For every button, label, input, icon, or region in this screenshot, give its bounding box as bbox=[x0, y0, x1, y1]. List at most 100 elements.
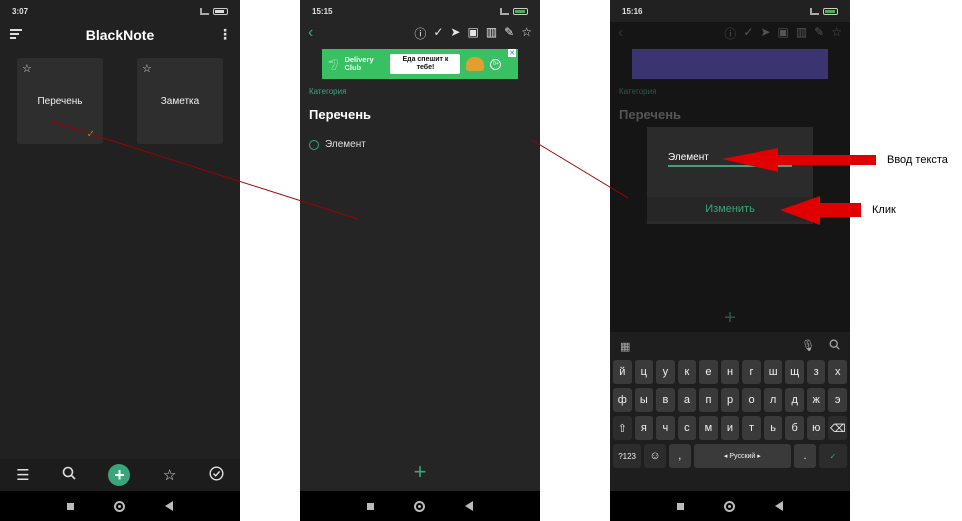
key-е[interactable]: е bbox=[699, 360, 718, 384]
key-в[interactable]: в bbox=[656, 388, 675, 412]
checkbox-circle-icon[interactable] bbox=[309, 139, 319, 150]
apps-grid-icon[interactable]: ▦ bbox=[620, 340, 630, 353]
keyboard-row-4: ?123 ☺ , ◂ Русский ▸ . ✓ bbox=[610, 444, 850, 468]
key-с[interactable]: с bbox=[677, 416, 697, 440]
note-title[interactable]: Перечень bbox=[309, 107, 371, 122]
key-щ[interactable]: щ bbox=[785, 360, 804, 384]
search-icon[interactable] bbox=[62, 466, 76, 484]
period-key[interactable]: . bbox=[794, 444, 816, 468]
card-label: Заметка bbox=[160, 95, 200, 107]
shift-key[interactable]: ⇧ bbox=[613, 416, 632, 440]
onscreen-keyboard: ▦ 🎙︎ йцукенгшщзх фывапролджэ ⇧ ячсмитьбю… bbox=[610, 332, 850, 491]
recents-icon[interactable] bbox=[67, 502, 74, 510]
back-icon[interactable] bbox=[165, 501, 173, 511]
star-icon[interactable]: ☆ bbox=[163, 466, 176, 484]
check-circle-icon[interactable] bbox=[209, 465, 224, 485]
help-icon[interactable]: ⓘ bbox=[414, 25, 426, 42]
edit-item-dialog: Элемент Изменить bbox=[647, 127, 813, 224]
menu-icon[interactable]: ☰ bbox=[16, 466, 29, 484]
sort-icon[interactable] bbox=[10, 29, 22, 39]
key-ф[interactable]: ф bbox=[613, 388, 632, 412]
key-к[interactable]: к bbox=[677, 360, 697, 384]
home-icon[interactable] bbox=[724, 500, 735, 512]
microphone-icon[interactable]: 🎙︎ bbox=[801, 339, 815, 353]
battery-icon bbox=[513, 7, 528, 15]
enter-key[interactable]: ✓ bbox=[818, 444, 848, 468]
trash-icon[interactable]: ▥ bbox=[486, 25, 497, 42]
add-item-icon: + bbox=[724, 307, 736, 329]
key-з[interactable]: з bbox=[806, 360, 826, 384]
space-key[interactable]: ◂ Русский ▸ bbox=[693, 444, 792, 468]
key-а[interactable]: а bbox=[677, 388, 697, 412]
key-н[interactable]: н bbox=[720, 360, 740, 384]
key-х[interactable]: х bbox=[828, 360, 848, 384]
annotation-input-label: Ввод текста bbox=[887, 154, 948, 166]
home-icon[interactable] bbox=[114, 500, 125, 512]
category-label[interactable]: Категория bbox=[309, 87, 346, 96]
ad-close-icon[interactable]: ✕ bbox=[508, 49, 516, 57]
more-options-icon[interactable]: ⋮ bbox=[218, 27, 232, 41]
star-icon[interactable]: ☆ bbox=[521, 25, 532, 42]
back-icon[interactable] bbox=[775, 501, 783, 511]
item-text-input[interactable]: Элемент bbox=[668, 152, 792, 167]
check-circle-icon[interactable]: ✓ bbox=[433, 25, 443, 42]
category-label: Категория bbox=[619, 87, 657, 96]
key-ш[interactable]: ш bbox=[763, 360, 783, 384]
star-icon[interactable]: ☆ bbox=[22, 62, 32, 75]
list-item[interactable]: Элемент bbox=[309, 139, 366, 150]
send-icon[interactable]: ➤ bbox=[450, 25, 460, 42]
status-bar: 3:07 bbox=[0, 0, 240, 22]
back-chevron-icon: ‹ bbox=[618, 24, 624, 41]
system-nav-bar bbox=[610, 491, 850, 521]
back-icon[interactable] bbox=[465, 501, 473, 511]
search-icon[interactable] bbox=[829, 339, 840, 353]
symbols-key[interactable]: ?123 bbox=[613, 444, 642, 468]
star-icon[interactable]: ☆ bbox=[142, 62, 152, 75]
lock-icon[interactable]: ▣ bbox=[467, 25, 478, 42]
list-item-text[interactable]: Элемент bbox=[325, 139, 366, 150]
key-ь[interactable]: ь bbox=[763, 416, 783, 440]
key-и[interactable]: и bbox=[720, 416, 740, 440]
comma-key[interactable]: , bbox=[668, 444, 691, 468]
key-л[interactable]: л bbox=[763, 388, 783, 412]
star-icon: ☆ bbox=[831, 25, 842, 39]
screen-edit-dialog: 15:16 ‹ ⓘ ✓ ➤ ▣ ▥ ✎ ☆ Категория Перечень… bbox=[610, 0, 850, 521]
key-ч[interactable]: ч bbox=[656, 416, 675, 440]
key-м[interactable]: м bbox=[699, 416, 718, 440]
key-ы[interactable]: ы bbox=[634, 388, 654, 412]
key-г[interactable]: г bbox=[742, 360, 761, 384]
burger-icon bbox=[466, 57, 485, 71]
add-item-icon[interactable]: + bbox=[300, 459, 540, 485]
edit-icon[interactable]: ✎ bbox=[504, 25, 514, 42]
key-я[interactable]: я bbox=[634, 416, 654, 440]
key-у[interactable]: у bbox=[656, 360, 675, 384]
key-п[interactable]: п bbox=[699, 388, 718, 412]
key-д[interactable]: д bbox=[785, 388, 804, 412]
key-т[interactable]: т bbox=[742, 416, 761, 440]
add-icon[interactable]: + bbox=[108, 464, 131, 486]
check-circle-icon: ✓ bbox=[743, 25, 754, 39]
key-э[interactable]: э bbox=[828, 388, 848, 412]
recents-icon[interactable] bbox=[677, 502, 684, 510]
keyboard-row-1: йцукенгшщзх bbox=[610, 360, 850, 384]
key-р[interactable]: р bbox=[720, 388, 740, 412]
key-ю[interactable]: ю bbox=[806, 416, 826, 440]
key-ж[interactable]: ж bbox=[806, 388, 826, 412]
key-о[interactable]: о bbox=[742, 388, 761, 412]
note-card-list[interactable]: ☆ Перечень ✓ bbox=[17, 58, 103, 144]
recents-icon[interactable] bbox=[367, 502, 374, 510]
status-time: 15:16 bbox=[622, 6, 643, 16]
change-button[interactable]: Изменить bbox=[647, 197, 813, 221]
card-label: Перечень bbox=[37, 95, 83, 107]
home-icon[interactable] bbox=[414, 500, 425, 512]
key-й[interactable]: й bbox=[613, 360, 632, 384]
ad-banner[interactable]: 𓅿 Delivery Club Еда спешит к тебе! 0+ ✕ bbox=[322, 49, 518, 79]
back-chevron-icon[interactable]: ‹ bbox=[308, 24, 328, 42]
note-card-note[interactable]: ☆ Заметка bbox=[137, 58, 223, 144]
emoji-key[interactable]: ☺ bbox=[644, 444, 666, 468]
backspace-key[interactable]: ⌫ bbox=[828, 416, 848, 440]
keyboard-row-3: ⇧ я ч с м и т ь б ю ⌫ bbox=[610, 416, 850, 440]
key-ц[interactable]: ц bbox=[634, 360, 654, 384]
key-б[interactable]: б bbox=[785, 416, 804, 440]
keyboard-row-2: фывапролджэ bbox=[610, 388, 850, 412]
